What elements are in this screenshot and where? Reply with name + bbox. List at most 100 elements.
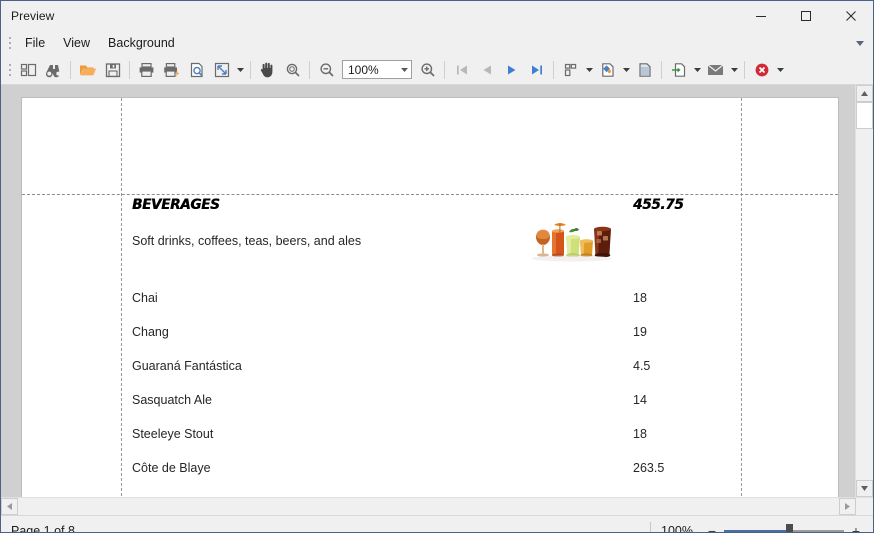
multiple-pages-button[interactable] [558, 58, 583, 82]
zoom-out-icon [319, 62, 334, 77]
list-item: Guaraná Fantástica 4.5 [132, 359, 739, 393]
maximize-icon [800, 10, 811, 21]
watermark-button[interactable] [632, 58, 657, 82]
horizontal-scrollbar[interactable] [1, 497, 873, 515]
send-email-button[interactable] [703, 58, 728, 82]
window-controls [738, 1, 873, 30]
multiple-pages-icon [564, 63, 576, 76]
zoom-slider-thumb[interactable] [786, 524, 793, 532]
close-circle-icon [755, 63, 768, 76]
zoom-in-stepper[interactable]: + [849, 523, 863, 532]
export-document-dropdown-caret[interactable] [691, 58, 703, 82]
zoom-in-icon [420, 62, 435, 77]
minimize-icon [755, 15, 766, 17]
close-icon [845, 10, 856, 21]
page-indicator: Page 1 of 8 [11, 524, 75, 533]
item-name: Sasquatch Ale [132, 393, 212, 407]
next-page-icon [507, 65, 515, 74]
product-list: Chai 18 Chang 19 Guaraná Fantástica 4.5 … [132, 291, 739, 495]
last-page-icon [531, 65, 542, 74]
item-price: 14 [633, 393, 647, 407]
scale-button[interactable] [209, 58, 234, 82]
scroll-down-button[interactable] [856, 480, 873, 497]
menu-item-file[interactable]: File [16, 33, 54, 53]
page-color-dropdown-caret[interactable] [620, 58, 632, 82]
chevron-down-icon [585, 67, 593, 72]
caret-down-icon [861, 486, 868, 491]
zoom-in-button[interactable] [415, 58, 440, 82]
zoom-out-button[interactable] [314, 58, 339, 82]
page-setup-button[interactable] [184, 58, 209, 82]
margin-guide-left [121, 98, 122, 497]
zoom-level-dropdown-caret[interactable] [398, 61, 411, 78]
status-bar: Page 1 of 8 100% − + [1, 515, 873, 533]
menu-overflow-button[interactable] [855, 38, 865, 48]
vertical-scroll-track[interactable] [856, 129, 873, 480]
find-button[interactable] [41, 58, 66, 82]
quick-print-icon [163, 62, 179, 77]
margin-guide-top [22, 194, 838, 195]
caret-up-icon [861, 91, 868, 96]
first-page-button[interactable] [449, 58, 474, 82]
magnifier-tool-button[interactable] [280, 58, 305, 82]
toolbar-drag-handle[interactable] [7, 62, 13, 78]
scroll-up-button[interactable] [856, 85, 873, 102]
close-preview-dropdown-caret[interactable] [774, 58, 786, 82]
next-page-button[interactable] [499, 58, 524, 82]
multiple-pages-dropdown-caret[interactable] [583, 58, 595, 82]
hand-icon [260, 62, 273, 78]
chevron-down-icon [730, 67, 738, 72]
list-item: Chang 19 [132, 325, 739, 359]
page-search-icon [190, 62, 203, 77]
item-price: 4.5 [633, 359, 651, 373]
export-document-icon [671, 62, 685, 77]
beverages-photo [530, 217, 614, 265]
hand-tool-button[interactable] [255, 58, 280, 82]
print-button[interactable] [134, 58, 159, 82]
chevron-down-icon [856, 40, 864, 46]
zoom-level-combobox[interactable] [342, 60, 412, 79]
save-button[interactable] [100, 58, 125, 82]
toolbar-separator [250, 60, 251, 79]
margin-guide-right [741, 98, 742, 497]
vertical-scroll-thumb[interactable] [856, 102, 873, 129]
zoom-widget: 100% − + [650, 516, 863, 533]
item-name: Chai [132, 291, 158, 305]
previous-page-button[interactable] [474, 58, 499, 82]
menu-item-view[interactable]: View [54, 33, 99, 53]
minimize-button[interactable] [738, 1, 783, 30]
toggle-sidebar-button[interactable] [16, 58, 41, 82]
close-button[interactable] [828, 1, 873, 30]
last-page-button[interactable] [524, 58, 549, 82]
close-preview-button[interactable] [749, 58, 774, 82]
item-name: Côte de Blaye [132, 461, 211, 475]
binoculars-icon [45, 64, 60, 77]
zoom-level-input[interactable] [343, 61, 398, 78]
save-disk-icon [105, 62, 120, 77]
vertical-scrollbar[interactable] [855, 85, 873, 497]
menu-drag-handle[interactable] [7, 35, 13, 51]
zoom-percent-label: 100% [661, 524, 693, 533]
zoom-slider[interactable] [724, 523, 844, 532]
send-email-dropdown-caret[interactable] [728, 58, 740, 82]
document-viewer[interactable]: BEVERAGES 455.75 Soft drinks, coffees, t… [1, 85, 873, 497]
toolbar-separator [444, 60, 445, 79]
toolbar-separator [553, 60, 554, 79]
caret-left-icon [7, 503, 12, 510]
item-name: Chang [132, 325, 169, 339]
menu-item-background[interactable]: Background [99, 33, 184, 53]
document-page: BEVERAGES 455.75 Soft drinks, coffees, t… [21, 97, 839, 497]
open-button[interactable] [75, 58, 100, 82]
zoom-out-stepper[interactable]: − [705, 523, 719, 532]
quick-print-button[interactable] [159, 58, 184, 82]
scroll-left-button[interactable] [1, 498, 18, 515]
toolbar-separator [309, 60, 310, 79]
previous-page-icon [483, 65, 491, 74]
document-content: BEVERAGES 455.75 Soft drinks, coffees, t… [132, 197, 739, 475]
export-document-button[interactable] [666, 58, 691, 82]
scroll-right-button[interactable] [839, 498, 856, 515]
scale-dropdown-caret[interactable] [234, 58, 246, 82]
page-color-button[interactable] [595, 58, 620, 82]
toolbar-separator [70, 60, 71, 79]
maximize-button[interactable] [783, 1, 828, 30]
